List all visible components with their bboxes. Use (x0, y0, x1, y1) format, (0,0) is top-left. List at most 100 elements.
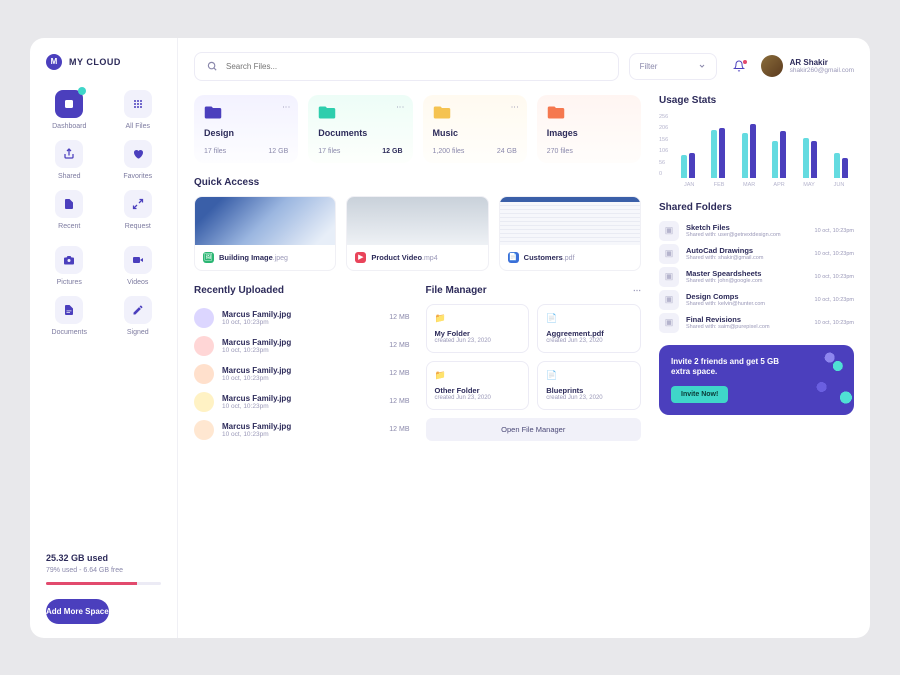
x-tick: JAN (674, 182, 704, 188)
nav-dashboard[interactable]: Dashboard (42, 90, 97, 130)
recent-item[interactable]: Marcus Family.jpg10 oct, 10:23pm12 MB (194, 416, 410, 444)
nav-all-files[interactable]: All Files (111, 90, 166, 130)
chart-bars (674, 114, 854, 178)
usage-stats: Usage Stats 256206156106560 JANFEBMARAPR… (659, 95, 854, 188)
quick-item-2[interactable]: 📄Customers.pdf (499, 196, 641, 271)
fm-item[interactable]: 📁Other Foldercreated Jun 23, 2020 (426, 361, 530, 410)
file-manager: File Manager ⋯ 📁My Foldercreated Jun 23,… (426, 285, 642, 444)
file-name: Customers (524, 253, 563, 262)
shared-item[interactable]: ▣Master SpeardsheetsShared with: john@go… (659, 267, 854, 287)
search-input[interactable] (226, 62, 606, 71)
file-type-icon: ▶ (355, 252, 366, 263)
column-right: Usage Stats 256206156106560 JANFEBMARAPR… (659, 95, 854, 622)
quick-item-0[interactable]: 🖼Building Image.jpeg (194, 196, 336, 271)
bar-col (766, 131, 793, 178)
nav-signed[interactable]: Signed (111, 296, 166, 336)
fm-item[interactable]: 📄Aggreement.pdfcreated Jun 23, 2020 (537, 304, 641, 353)
file-date: 10 oct, 10:23pm (222, 403, 291, 410)
storage-title: 25.32 GB used (46, 553, 161, 563)
bar-col (705, 128, 732, 178)
nav-videos[interactable]: Videos (111, 246, 166, 286)
nav-label: Pictures (57, 279, 82, 286)
column-left: ⋮Design17 files12 GB⋮Documents17 files12… (194, 95, 641, 622)
nav-shared[interactable]: Shared (42, 140, 97, 180)
open-file-manager-button[interactable]: Open File Manager (426, 418, 642, 441)
file-name: Marcus Family.jpg (222, 310, 291, 319)
bottom-split: Recently Uploaded Marcus Family.jpg10 oc… (194, 285, 641, 444)
bar (750, 124, 756, 178)
bar (772, 141, 778, 177)
nav-label: Signed (127, 329, 149, 336)
nav-favorites[interactable]: Favorites (111, 140, 166, 180)
nav-request[interactable]: Request (111, 190, 166, 230)
notifications-button[interactable] (727, 60, 751, 72)
y-tick: 0 (659, 171, 668, 177)
search-box[interactable] (194, 52, 619, 81)
y-tick: 156 (659, 137, 668, 143)
fm-name: Blueprints (546, 386, 632, 395)
chart-x-axis: JANFEBMARAPRMAYJUN (674, 182, 854, 188)
shared-sub: Shared with: user@getnextdesign.com (686, 232, 781, 238)
category-images[interactable]: Images270 files (537, 95, 641, 163)
nav-label: Recent (58, 223, 80, 230)
quick-item-1[interactable]: ▶Product Video.mp4 (346, 196, 488, 271)
category-music[interactable]: ⋮Music1,200 files24 GB (423, 95, 527, 163)
shared-name: Final Revisions (686, 315, 770, 324)
nav-label: Request (125, 223, 151, 230)
nav-label: Dashboard (52, 123, 86, 130)
file-thumb (194, 336, 214, 356)
category-name: Design (204, 128, 288, 138)
recent-item[interactable]: Marcus Family.jpg10 oct, 10:23pm12 MB (194, 360, 410, 388)
shared-item[interactable]: ▣AutoCad DrawingsShared with: shakir@gma… (659, 244, 854, 264)
add-space-button[interactable]: Add More Space (46, 599, 109, 624)
bar-col (735, 124, 762, 178)
bar-col (797, 138, 824, 178)
nav-pictures[interactable]: Pictures (42, 246, 97, 286)
more-icon[interactable]: ⋮ (510, 103, 519, 112)
shared-name: Design Comps (686, 292, 765, 301)
app-window: M MY CLOUD DashboardAll FilesSharedFavor… (30, 38, 870, 638)
nav-label: Favorites (123, 173, 152, 180)
file-manager-grid: 📁My Foldercreated Jun 23, 2020📄Aggreemen… (426, 304, 642, 410)
shared-item[interactable]: ▣Design CompsShared with: kelvin@hunter.… (659, 290, 854, 310)
shared-time: 10 oct, 10:23pm (815, 274, 854, 280)
fm-item[interactable]: 📄Blueprintscreated Jun 23, 2020 (537, 361, 641, 410)
shared-item[interactable]: ▣Sketch FilesShared with: user@getnextde… (659, 221, 854, 241)
nav-label: Documents (52, 329, 87, 336)
video-icon (124, 246, 152, 274)
fm-sub: created Jun 23, 2020 (435, 338, 521, 344)
category-documents[interactable]: ⋮Documents17 files12 GB (308, 95, 412, 163)
recent-item[interactable]: Marcus Family.jpg10 oct, 10:23pm12 MB (194, 304, 410, 332)
nav-recent[interactable]: Recent (42, 190, 97, 230)
filter-dropdown[interactable]: Filter (629, 53, 717, 80)
bar (780, 131, 786, 178)
file-size: 12 MB (389, 314, 409, 321)
nav-label: All Files (125, 123, 150, 130)
fm-item[interactable]: 📁My Foldercreated Jun 23, 2020 (426, 304, 530, 353)
recent-item[interactable]: Marcus Family.jpg10 oct, 10:23pm12 MB (194, 388, 410, 416)
bar (689, 153, 695, 178)
main: Filter AR Shakir shakir260@gmail.com ⋮ De… (178, 38, 870, 638)
home-icon (55, 90, 83, 118)
folder-icon: ▣ (659, 221, 679, 241)
recent-item[interactable]: Marcus Family.jpg10 oct, 10:23pm12 MB (194, 332, 410, 360)
folder-icon (433, 105, 517, 120)
bar (803, 138, 809, 178)
category-design[interactable]: ⋮Design17 files12 GB (194, 95, 298, 163)
nav-documents[interactable]: Documents (42, 296, 97, 336)
more-icon[interactable]: ⋮ (396, 103, 405, 112)
more-icon[interactable]: ⋯ (633, 286, 641, 295)
shared-item[interactable]: ▣Final RevisionsShared with: saim@purepi… (659, 313, 854, 333)
file-size: 12 MB (389, 342, 409, 349)
file-manager-heading: File Manager (426, 285, 487, 296)
file-thumb (194, 420, 214, 440)
invite-button[interactable]: Invite Now! (671, 386, 728, 403)
thumbnail (500, 197, 640, 245)
more-icon[interactable]: ⋮ (281, 103, 290, 112)
bar (742, 133, 748, 178)
x-tick: APR (764, 182, 794, 188)
shared-sub: Shared with: saim@purepixel.com (686, 324, 770, 330)
file-thumb (194, 364, 214, 384)
user-menu[interactable]: AR Shakir shakir260@gmail.com (761, 55, 854, 77)
bar (811, 141, 817, 178)
